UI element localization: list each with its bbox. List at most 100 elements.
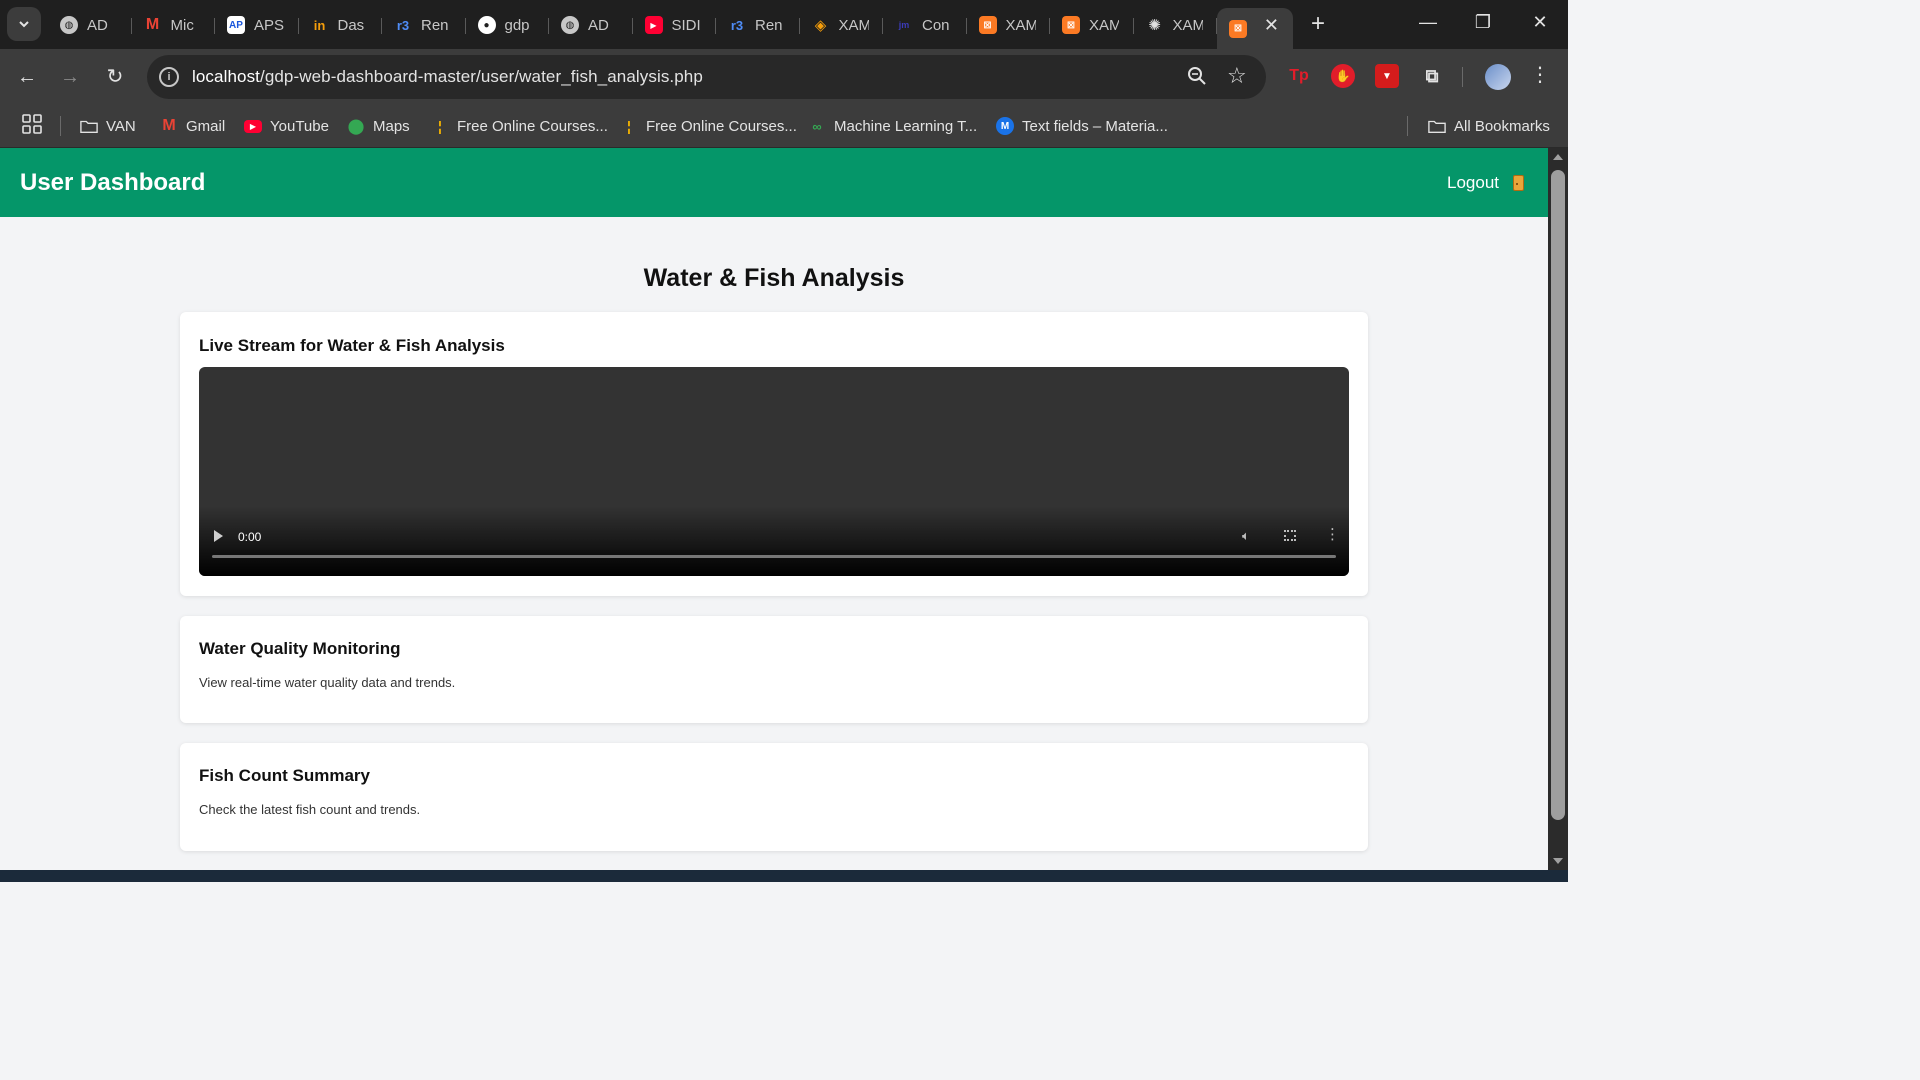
browser-tab[interactable]: AP APS [215,8,299,42]
minimize-icon[interactable]: — [1415,12,1441,33]
browser-tab[interactable]: ⊠ XAM [1050,8,1134,42]
bookmark-label: Free Online Courses... [646,117,797,135]
tab-search-button[interactable] [7,7,41,41]
xampp-icon: ⊠ [1062,16,1080,34]
tab-title: gdp [504,16,530,34]
close-tab-icon[interactable]: ✕ [1264,15,1279,36]
bookmark-free-online-courses-1[interactable]: ¦ Free Online Courses... [431,113,608,139]
tab-title: SIDI [671,16,701,34]
address-bar[interactable]: i localhost/gdp-web-dashboard-master/use… [147,55,1266,99]
hand-extension-icon[interactable]: ✋ [1331,64,1355,88]
bookmark-free-online-courses-2[interactable]: ¦ Free Online Courses... [620,113,797,139]
bookmark-label: All Bookmarks [1454,117,1550,135]
profile-avatar[interactable] [1485,64,1511,90]
bookmark-star-icon[interactable]: ☆ [1227,63,1247,89]
globe-icon: ◍ [60,16,78,34]
tab-title: Ren [421,16,449,34]
folder-icon [1428,117,1446,135]
browser-tab[interactable]: M Mic [132,8,216,42]
maps-icon: ⬤ [347,118,365,135]
scrollbar-thumb[interactable] [1551,170,1565,820]
render-icon: r3 [730,17,744,33]
bookmark-text-fields[interactable]: M Text fields – Materia... [996,113,1168,139]
browser-tab-strip: ◍ AD M Mic AP APS in Das r3 Ren ● gdp ◍ AD ▶ SID… [0,0,1568,49]
video-controls-overlay [199,506,1349,576]
material-icon: M [996,117,1014,135]
water-quality-card[interactable]: Water Quality Monitoring View real-time … [180,616,1368,723]
arrow-left-icon: ← [17,66,37,88]
fish-count-card[interactable]: Fish Count Summary Check the latest fish… [180,743,1368,851]
extensions-puzzle-icon[interactable]: ⧉ [1420,64,1444,88]
browser-tab[interactable]: in Das [299,8,383,42]
browser-tab[interactable]: ✺ XAM [1134,8,1218,42]
xampp-icon: ⊠ [978,16,997,34]
render-icon: r3 [396,17,410,33]
restore-icon[interactable]: ❐ [1470,12,1496,33]
globe-icon: ◍ [561,16,579,34]
tp-extension-icon[interactable]: Tp [1287,64,1311,88]
address-url[interactable]: localhost/gdp-web-dashboard-master/user/… [192,67,703,87]
url-host: localhost [192,67,260,86]
video-time: 0:00 [238,530,262,544]
taskbar-edge [0,870,1568,882]
logout-link[interactable]: Logout [1447,173,1524,193]
scroll-up-icon[interactable] [1553,154,1563,160]
video-player[interactable]: 0:00 🔈︎ ⋮ [199,367,1349,576]
back-button[interactable]: ← [14,64,40,90]
browser-tab[interactable]: ◍ AD [48,8,132,42]
page-title: Water & Fish Analysis [643,264,905,292]
livestream-card: Live Stream for Water & Fish Analysis 0:… [180,312,1368,596]
bookmark-gmail[interactable]: M Gmail [160,113,225,139]
browser-tab[interactable]: ◈ XAM [800,8,884,42]
browser-tab[interactable]: jm Con [883,8,967,42]
tab-title: Das [337,16,365,34]
gmail-icon: M [145,16,160,33]
bookmarks-bar: VAN M Gmail ▶ YouTube ⬤ Maps ¦ Free Online C… [0,105,1568,148]
video-more-icon[interactable]: ⋮ [1325,525,1340,543]
reload-button[interactable]: ↻ [102,64,128,90]
app-title: User Dashboard [20,169,206,196]
page-scrollbar[interactable] [1548,148,1568,870]
chevron-down-icon [19,21,29,28]
bookmark-youtube[interactable]: ▶ YouTube [244,113,329,139]
browser-tab[interactable]: ▶ SIDI [633,8,717,42]
bookmark-label: Gmail [186,117,226,135]
bookmark-divider [1407,116,1408,136]
volume-icon[interactable]: 🔈︎ [1242,528,1250,544]
ml-icon: ∞ [812,118,822,134]
forward-button[interactable]: → [57,64,83,90]
new-tab-button[interactable]: + [1305,11,1331,37]
card-heading: Water Quality Monitoring [199,639,401,658]
page-viewport: User Dashboard Logout Water & Fish Analy… [0,148,1548,870]
browser-tab[interactable]: ● gdp [466,8,550,42]
video-progress-track[interactable] [212,555,1336,558]
site-info-icon[interactable]: i [159,67,179,87]
livestream-heading: Live Stream for Water & Fish Analysis [199,336,505,355]
app-header: User Dashboard Logout [0,148,1548,217]
active-browser-tab[interactable]: ⊠ ✕ [1217,8,1293,49]
tab-title: XAM [838,16,869,34]
bookmark-van[interactable]: VAN [80,113,136,139]
bookmark-maps[interactable]: ⬤ Maps [347,113,410,139]
zoom-icon[interactable] [1187,66,1207,86]
close-window-icon[interactable]: ✕ [1527,12,1553,33]
reload-icon: ↻ [106,66,124,88]
arrow-right-icon: → [60,66,80,88]
browser-tab[interactable]: r3 Ren [716,8,800,42]
tab-title: AD [588,16,609,34]
tab-title: XAM [1089,16,1119,34]
all-bookmarks-button[interactable]: All Bookmarks [1428,113,1550,139]
ap-icon: AP [227,16,245,34]
browser-tab[interactable]: ◍ AD [549,8,633,42]
scroll-down-icon[interactable] [1553,858,1563,864]
tab-title: AD [87,16,108,34]
bookmark-divider [60,116,61,136]
browser-menu-icon[interactable]: ⋮ [1530,62,1550,87]
pin-extension-icon[interactable]: ▼ [1375,64,1399,88]
browser-tab[interactable]: r3 Ren [382,8,466,42]
apps-grid-icon[interactable] [22,114,42,134]
bookmark-machine-learning[interactable]: ∞ Machine Learning T... [808,113,977,139]
play-icon[interactable] [214,530,223,542]
fullscreen-icon[interactable] [1284,530,1296,541]
browser-tab[interactable]: ⊠ XAM [967,8,1051,42]
